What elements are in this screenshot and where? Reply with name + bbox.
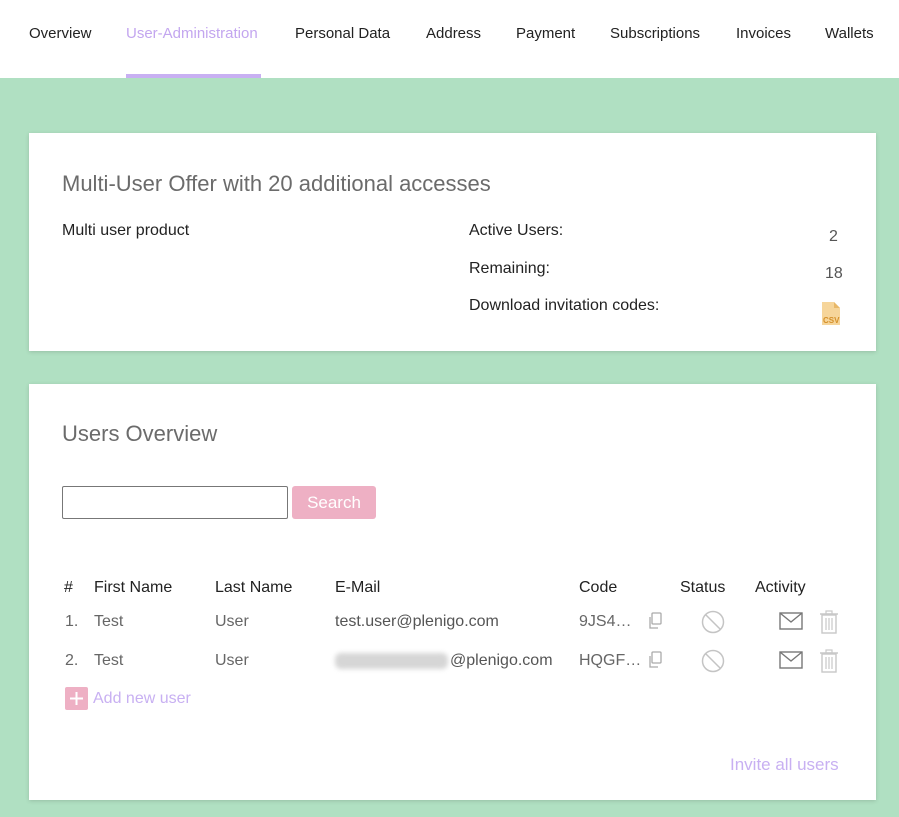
- row-index: 2.: [65, 652, 79, 669]
- redacted-email-prefix: [335, 652, 448, 669]
- email-icon[interactable]: [779, 612, 803, 630]
- add-user-link[interactable]: Add new user: [93, 690, 191, 708]
- remaining-value: 18: [825, 265, 843, 282]
- add-user-button[interactable]: [65, 687, 88, 710]
- active-users-label: Active Users:: [469, 222, 564, 239]
- row-code: 9JS4…: [579, 613, 632, 630]
- row-email: test.user@plenigo.com: [335, 613, 499, 630]
- plus-icon: [70, 692, 83, 705]
- download-codes-label: Download invitation codes:: [469, 297, 660, 314]
- trash-icon[interactable]: [819, 610, 839, 634]
- tab-overview[interactable]: Overview: [29, 25, 92, 42]
- status-blocked-icon[interactable]: [701, 610, 725, 634]
- row-first-name: Test: [94, 613, 124, 630]
- top-navigation: Overview User-Administration Personal Da…: [0, 0, 899, 78]
- column-header-first-name: First Name: [94, 579, 173, 596]
- row-email: @plenigo.com: [450, 652, 553, 669]
- tab-payment[interactable]: Payment: [516, 25, 575, 42]
- tab-subscriptions[interactable]: Subscriptions: [610, 25, 700, 42]
- email-icon[interactable]: [779, 651, 803, 669]
- column-header-status: Status: [680, 579, 726, 596]
- offer-card: Multi-User Offer with 20 additional acce…: [29, 133, 876, 351]
- trash-icon[interactable]: [819, 649, 839, 673]
- search-input[interactable]: [62, 486, 288, 519]
- column-header-index: #: [64, 579, 73, 596]
- tab-user-administration[interactable]: User-Administration: [126, 25, 258, 42]
- tab-personal-data[interactable]: Personal Data: [295, 25, 390, 42]
- column-header-email: E-Mail: [335, 579, 381, 596]
- users-overview-title: Users Overview: [62, 421, 218, 446]
- active-tab-indicator: [126, 74, 261, 78]
- column-header-activity: Activity: [755, 579, 806, 596]
- users-overview-card: Users Overview Search # First Name Last …: [29, 384, 876, 800]
- tab-address[interactable]: Address: [426, 25, 481, 42]
- tab-invoices[interactable]: Invoices: [736, 25, 791, 42]
- column-header-last-name: Last Name: [215, 579, 293, 596]
- offer-title: Multi-User Offer with 20 additional acce…: [62, 171, 491, 196]
- csv-label: CSV: [823, 316, 840, 325]
- column-header-code: Code: [579, 579, 618, 596]
- status-blocked-icon[interactable]: [701, 649, 725, 673]
- invite-all-users-link[interactable]: Invite all users: [730, 755, 839, 775]
- csv-file-icon[interactable]: CSV: [819, 301, 845, 327]
- row-first-name: Test: [94, 652, 124, 669]
- row-last-name: User: [215, 652, 249, 669]
- active-users-value: 2: [829, 228, 838, 245]
- remaining-label: Remaining:: [469, 260, 550, 277]
- copy-icon[interactable]: [647, 651, 663, 669]
- tab-wallets[interactable]: Wallets: [825, 25, 874, 42]
- row-last-name: User: [215, 613, 249, 630]
- search-button[interactable]: Search: [292, 486, 376, 519]
- copy-icon[interactable]: [647, 612, 663, 630]
- row-code: HQGF…: [579, 652, 642, 669]
- row-email-container: @plenigo.com: [335, 652, 553, 670]
- product-name: Multi user product: [62, 222, 190, 239]
- row-index: 1.: [65, 613, 79, 630]
